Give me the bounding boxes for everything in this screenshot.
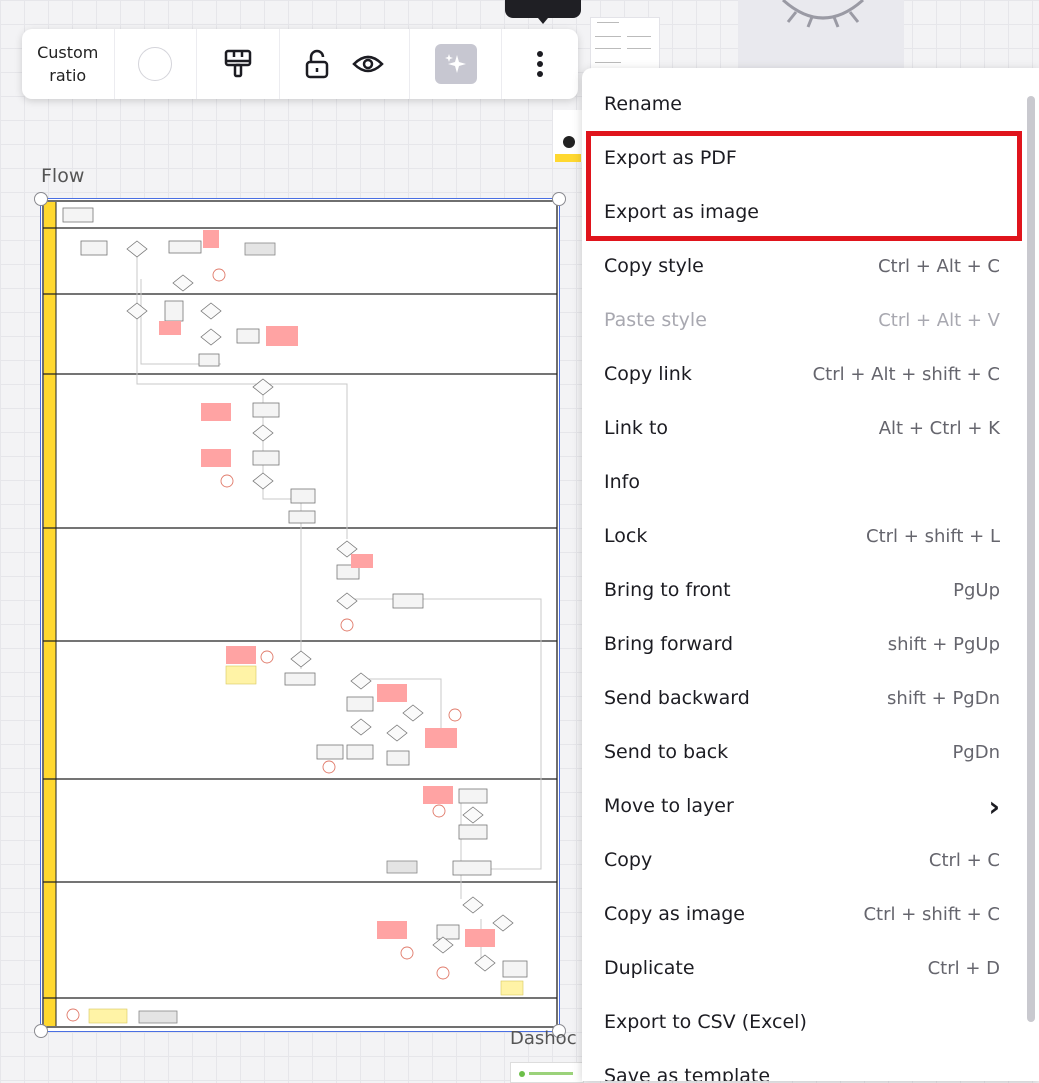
more-options-button[interactable] bbox=[502, 29, 578, 99]
menu-item-label: Duplicate bbox=[604, 957, 695, 979]
menu-item-label: Export to CSV (Excel) bbox=[604, 1011, 807, 1033]
menu-item-shortcut: Ctrl + Alt + C bbox=[877, 255, 1000, 277]
menu-item-label: Move to layer bbox=[604, 795, 734, 817]
menu-item-shortcut: PgUp bbox=[953, 579, 1000, 601]
menu-item-save-as-template[interactable]: Save as template bbox=[582, 1049, 1022, 1081]
menu-item-label: Bring to front bbox=[604, 579, 731, 601]
menu-item-shortcut: shift + PgUp bbox=[887, 633, 1000, 655]
ratio-label-line2: ratio bbox=[49, 66, 87, 85]
lock-visibility-group bbox=[280, 29, 410, 99]
ai-assist-button[interactable] bbox=[410, 29, 503, 99]
menu-item-label: Paste style bbox=[604, 309, 707, 331]
menu-item-label: Copy style bbox=[604, 255, 704, 277]
flow-frame[interactable] bbox=[34, 192, 566, 1038]
color-swatch bbox=[138, 47, 173, 81]
menu-item-rename[interactable]: Rename bbox=[582, 77, 1022, 131]
menu-item-copy-link[interactable]: Copy link Ctrl + Alt + shift + C bbox=[582, 347, 1022, 401]
frame-toolbar: Custom ratio bbox=[22, 29, 578, 99]
menu-item-label: Lock bbox=[604, 525, 648, 547]
menu-item-label: Copy link bbox=[604, 363, 692, 385]
paint-brush-icon bbox=[224, 49, 252, 78]
menu-item-label: Info bbox=[604, 471, 640, 493]
menu-item-bring-to-front[interactable]: Bring to front PgUp bbox=[582, 563, 1022, 617]
menu-item-shortcut: Ctrl + shift + C bbox=[863, 903, 1000, 925]
menu-item-lock[interactable]: Lock Ctrl + shift + L bbox=[582, 509, 1022, 563]
menu-scrollbar[interactable] bbox=[1027, 96, 1035, 1022]
frame-thumbnail bbox=[553, 110, 583, 162]
menu-item-shortcut: PgDn bbox=[952, 741, 1000, 763]
menu-item-label: Rename bbox=[604, 93, 682, 115]
custom-ratio-button[interactable]: Custom ratio bbox=[22, 29, 115, 99]
board-thumbnail[interactable] bbox=[590, 17, 660, 74]
ratio-label-line1: Custom bbox=[37, 43, 99, 62]
menu-item-duplicate[interactable]: Duplicate Ctrl + D bbox=[582, 941, 1022, 995]
menu-item-info[interactable]: Info bbox=[582, 455, 1022, 509]
menu-item-paste-style: Paste style Ctrl + Alt + V bbox=[582, 293, 1022, 347]
tooltip-tab bbox=[505, 0, 581, 24]
menu-item-send-to-back[interactable]: Send to back PgDn bbox=[582, 725, 1022, 779]
menu-item-label: Bring forward bbox=[604, 633, 734, 655]
flowchart-content bbox=[42, 200, 558, 1028]
menu-item-copy-as-image[interactable]: Copy as image Ctrl + shift + C bbox=[582, 887, 1022, 941]
second-frame-thumbnail bbox=[510, 1062, 584, 1083]
menu-item-link-to[interactable]: Link to Alt + Ctrl + K bbox=[582, 401, 1022, 455]
eye-illustration-card bbox=[738, 0, 904, 70]
menu-item-export-csv[interactable]: Export to CSV (Excel) bbox=[582, 995, 1022, 1049]
menu-item-label: Link to bbox=[604, 417, 669, 439]
menu-item-send-backward[interactable]: Send backward shift + PgDn bbox=[582, 671, 1022, 725]
highlight-annotation-box bbox=[586, 131, 1022, 241]
menu-item-shortcut: shift + PgDn bbox=[887, 687, 1000, 709]
menu-item-move-to-layer[interactable]: Move to layer › bbox=[582, 779, 1022, 833]
menu-item-shortcut: Ctrl + C bbox=[928, 849, 1000, 871]
menu-item-bring-forward[interactable]: Bring forward shift + PgUp bbox=[582, 617, 1022, 671]
menu-item-label: Send backward bbox=[604, 687, 750, 709]
menu-item-label: Send to back bbox=[604, 741, 729, 763]
style-button[interactable] bbox=[197, 29, 280, 99]
more-vertical-icon bbox=[537, 51, 544, 77]
menu-item-shortcut: Ctrl + D bbox=[927, 957, 1000, 979]
color-picker-button[interactable] bbox=[115, 29, 198, 99]
frame-title[interactable]: Flow bbox=[41, 165, 84, 187]
resize-handle-bottom-left[interactable] bbox=[34, 1024, 48, 1038]
unlock-icon[interactable] bbox=[304, 49, 330, 79]
chevron-right-icon: › bbox=[988, 789, 1000, 823]
menu-item-label: Copy as image bbox=[604, 903, 745, 925]
menu-item-shortcut: Ctrl + Alt + V bbox=[878, 309, 1000, 331]
menu-item-label: Copy bbox=[604, 849, 653, 871]
menu-item-copy-style[interactable]: Copy style Ctrl + Alt + C bbox=[582, 239, 1022, 293]
menu-item-shortcut: Ctrl + shift + L bbox=[866, 525, 1000, 547]
menu-item-shortcut: Ctrl + Alt + shift + C bbox=[812, 363, 1000, 385]
menu-item-copy[interactable]: Copy Ctrl + C bbox=[582, 833, 1022, 887]
resize-handle-top-left[interactable] bbox=[34, 192, 48, 206]
resize-handle-top-right[interactable] bbox=[552, 192, 566, 206]
menu-item-label: Save as template bbox=[604, 1065, 771, 1081]
second-frame-title[interactable]: Dashoc bbox=[510, 1028, 577, 1049]
eye-icon[interactable] bbox=[352, 53, 385, 75]
sparkle-icon bbox=[444, 54, 466, 73]
menu-item-shortcut: Alt + Ctrl + K bbox=[878, 417, 1000, 439]
